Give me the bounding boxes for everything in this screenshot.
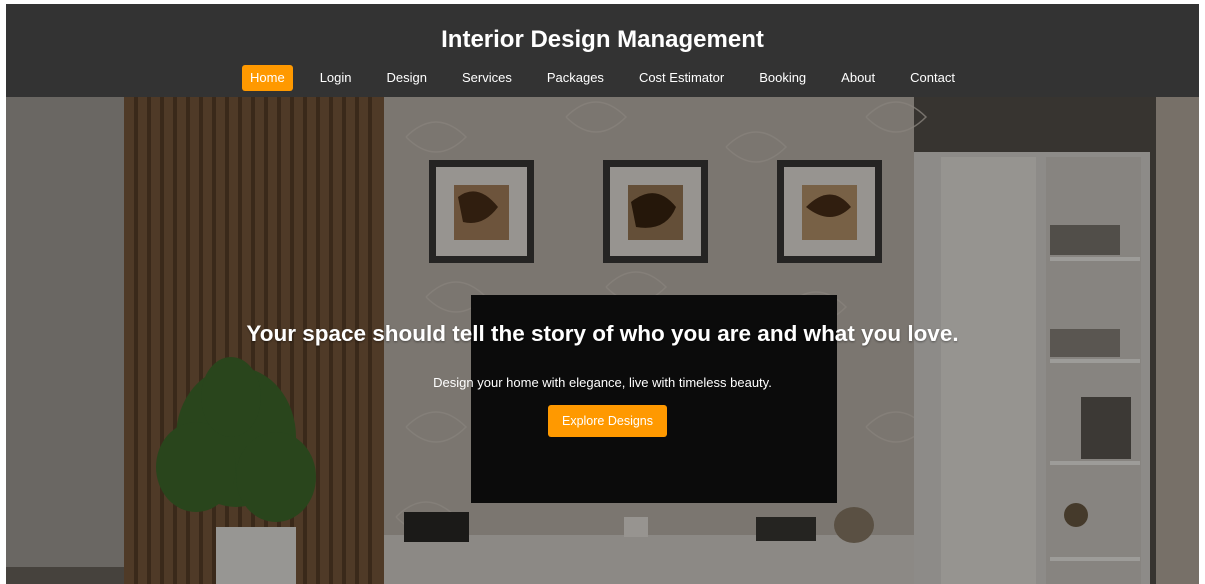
nav-booking[interactable]: Booking <box>751 65 814 91</box>
nav-packages[interactable]: Packages <box>539 65 612 91</box>
site-header: Interior Design Management Home Login De… <box>6 4 1199 97</box>
nav-contact[interactable]: Contact <box>902 65 963 91</box>
hero-content: Your space should tell the story of who … <box>6 97 1199 584</box>
hero-heading: Your space should tell the story of who … <box>246 321 959 346</box>
nav-services[interactable]: Services <box>454 65 520 91</box>
hero-subtitle: Design your home with elegance, live wit… <box>433 375 772 390</box>
nav-about[interactable]: About <box>833 65 883 91</box>
nav-login[interactable]: Login <box>312 65 360 91</box>
explore-designs-button[interactable]: Explore Designs <box>548 405 667 437</box>
nav-home[interactable]: Home <box>242 65 293 91</box>
site-title: Interior Design Management <box>441 26 764 53</box>
nav-cost-estimator[interactable]: Cost Estimator <box>631 65 732 91</box>
main-nav: Home Login Design Services Packages Cost… <box>6 65 1199 91</box>
nav-design[interactable]: Design <box>379 65 435 91</box>
page-frame: Interior Design Management Home Login De… <box>6 4 1199 584</box>
hero-section: Your space should tell the story of who … <box>6 97 1199 584</box>
